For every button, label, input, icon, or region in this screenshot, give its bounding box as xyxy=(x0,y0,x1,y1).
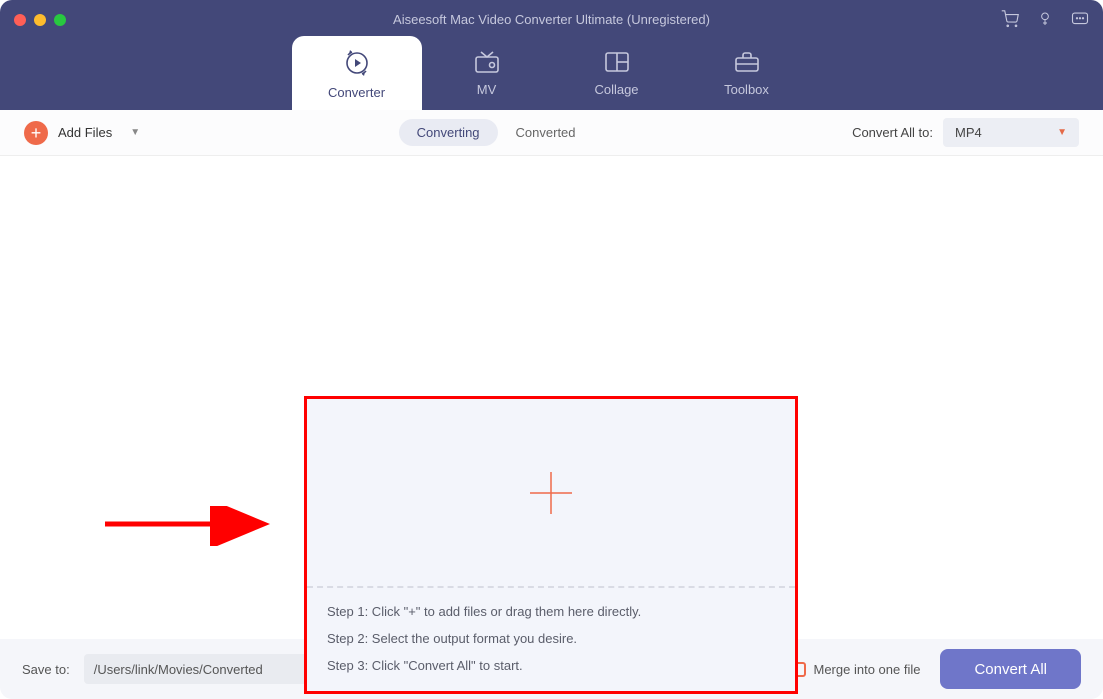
toolbar: + Add Files ▼ Converting Converted Conve… xyxy=(0,110,1103,156)
toolbox-icon xyxy=(733,50,761,74)
step-1-text: Step 1: Click "+" to add files or drag t… xyxy=(327,604,775,619)
add-files-label: Add Files xyxy=(58,125,112,140)
format-select[interactable]: MP4 ▼ xyxy=(943,118,1079,147)
plus-icon: + xyxy=(24,121,48,145)
merge-checkbox[interactable]: Merge into one file xyxy=(791,662,921,677)
caret-down-icon: ▼ xyxy=(1057,127,1067,138)
segment-converting[interactable]: Converting xyxy=(399,119,498,146)
tab-mv[interactable]: MV xyxy=(422,36,552,110)
converter-icon xyxy=(343,49,371,77)
tab-label: Collage xyxy=(594,82,638,97)
add-files-button[interactable]: + Add Files ▼ xyxy=(24,121,140,145)
tab-label: Toolbox xyxy=(724,82,769,97)
chevron-down-icon[interactable]: ▼ xyxy=(130,127,140,138)
tab-collage[interactable]: Collage xyxy=(552,36,682,110)
mv-icon xyxy=(473,50,501,74)
tab-toolbox[interactable]: Toolbox xyxy=(682,36,812,110)
key-icon[interactable] xyxy=(1037,11,1053,32)
close-window-button[interactable] xyxy=(14,14,26,26)
convert-all-to-label: Convert All to: xyxy=(852,125,933,140)
format-selected-value: MP4 xyxy=(955,125,982,140)
header-bar: Aiseesoft Mac Video Converter Ultimate (… xyxy=(0,0,1103,110)
minimize-window-button[interactable] xyxy=(34,14,46,26)
status-segment: Converting Converted xyxy=(399,119,594,146)
step-2-text: Step 2: Select the output format you des… xyxy=(327,631,775,646)
drop-zone-plus-area[interactable] xyxy=(307,399,795,588)
convert-all-to-group: Convert All to: MP4 ▼ xyxy=(852,118,1079,147)
big-plus-icon xyxy=(526,468,576,518)
app-title: Aiseesoft Mac Video Converter Ultimate (… xyxy=(393,12,710,27)
maximize-window-button[interactable] xyxy=(54,14,66,26)
annotation-arrow xyxy=(100,506,280,546)
content-area: Step 1: Click "+" to add files or drag t… xyxy=(0,156,1103,639)
main-nav-tabs: Converter MV Collage xyxy=(292,36,812,110)
segment-converted[interactable]: Converted xyxy=(498,119,594,146)
drop-zone[interactable]: Step 1: Click "+" to add files or drag t… xyxy=(304,396,798,694)
tab-label: MV xyxy=(477,82,497,97)
convert-all-button[interactable]: Convert All xyxy=(940,649,1081,689)
tab-label: Converter xyxy=(328,85,385,100)
app-window: Aiseesoft Mac Video Converter Ultimate (… xyxy=(0,0,1103,699)
cart-icon[interactable] xyxy=(1001,10,1019,33)
instruction-steps: Step 1: Click "+" to add files or drag t… xyxy=(307,588,795,691)
merge-label: Merge into one file xyxy=(814,662,921,677)
tab-converter[interactable]: Converter xyxy=(292,36,422,110)
window-controls xyxy=(14,14,66,26)
step-3-text: Step 3: Click "Convert All" to start. xyxy=(327,658,775,673)
save-to-label: Save to: xyxy=(22,662,70,677)
collage-icon xyxy=(603,50,631,74)
feedback-icon[interactable] xyxy=(1071,11,1089,32)
